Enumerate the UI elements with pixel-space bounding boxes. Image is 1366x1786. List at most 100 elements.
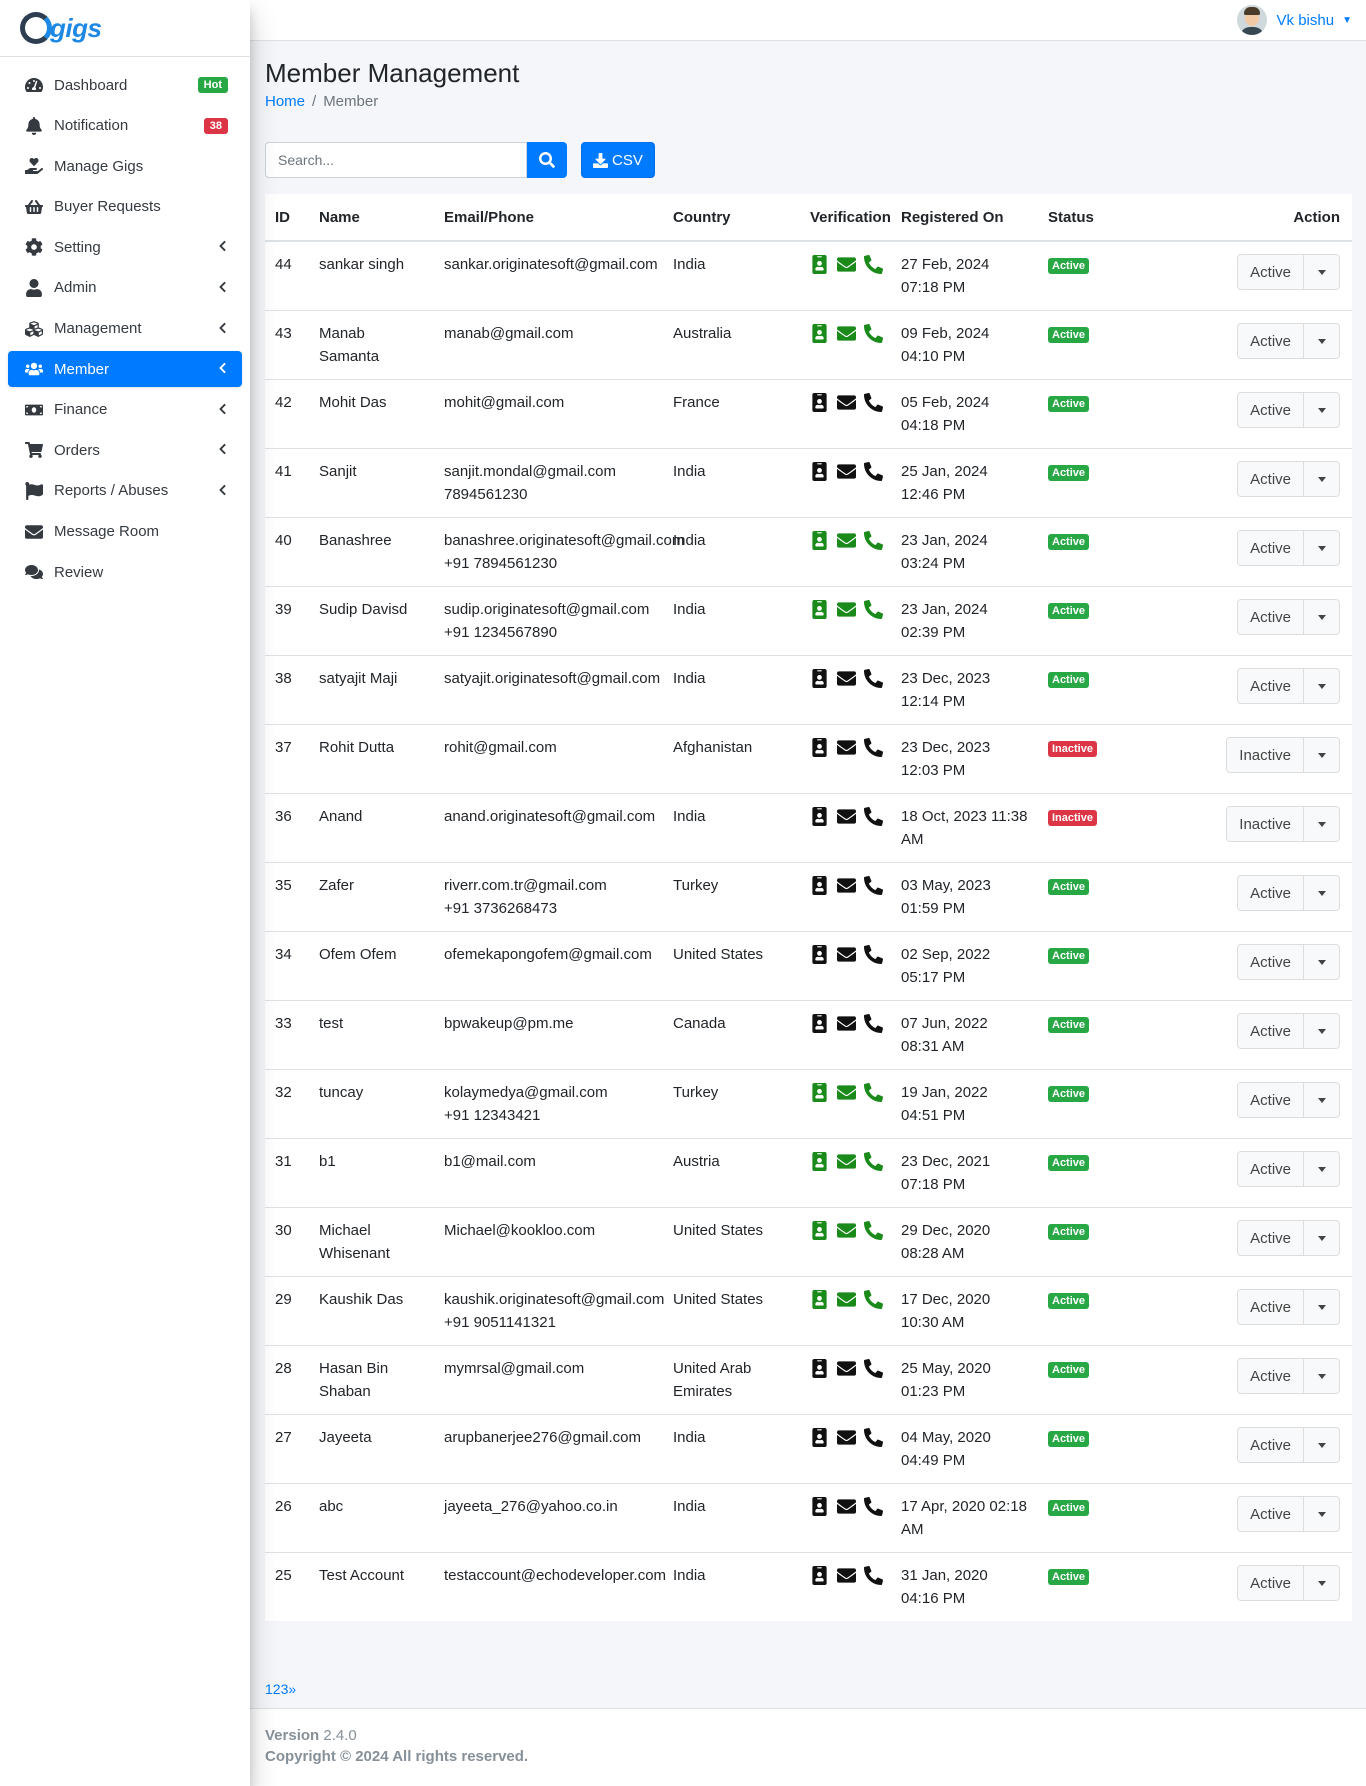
status-dropdown-toggle[interactable]: [1304, 1289, 1340, 1325]
sidebar-item-notification[interactable]: Notification 38: [8, 108, 242, 144]
chevron-left-icon: [216, 280, 228, 296]
csv-download-button[interactable]: CSV: [581, 142, 655, 178]
member-email: b1@mail.com: [444, 1153, 536, 1170]
status-action-button[interactable]: Active: [1237, 1427, 1304, 1463]
sidebar-item-setting[interactable]: Setting: [8, 229, 242, 265]
cell-country: India: [663, 655, 800, 725]
table-row: 33 test bpwakeup@pm.me Canada 07 Jun, 2022 0…: [265, 1000, 1352, 1070]
header-verification[interactable]: Verification: [800, 194, 891, 242]
status-dropdown-toggle[interactable]: [1304, 875, 1340, 911]
sidebar-item-review[interactable]: Review: [8, 554, 242, 590]
cell-email-phone: b1@mail.com: [434, 1138, 663, 1208]
status-badge: Active: [1048, 672, 1090, 688]
status-dropdown-toggle[interactable]: [1304, 1427, 1340, 1463]
header-name[interactable]: Name: [309, 194, 434, 242]
page-title: Member Management: [265, 58, 520, 88]
header-registered-on[interactable]: Registered On: [891, 194, 1038, 242]
cell-email-phone: riverr.com.tr@gmail.com +91 3736268473: [434, 862, 663, 932]
sidebar-item-buyer-requests[interactable]: Buyer Requests: [8, 189, 242, 225]
envelope-icon: [837, 393, 856, 420]
sidebar-item-finance[interactable]: Finance: [8, 392, 242, 428]
status-action-group: Active: [1237, 1496, 1340, 1532]
status-dropdown-toggle[interactable]: [1304, 1013, 1340, 1049]
cell-name: satyajit Maji: [309, 655, 434, 725]
tachometer-icon: [24, 75, 44, 95]
status-dropdown-toggle[interactable]: [1304, 461, 1340, 497]
sidebar-item-label: Dashboard: [54, 76, 128, 94]
sidebar-item-orders[interactable]: Orders: [8, 432, 242, 468]
status-action-button[interactable]: Active: [1237, 875, 1304, 911]
cell-status: Active: [1038, 586, 1119, 656]
status-action-button[interactable]: Active: [1237, 1358, 1304, 1394]
status-dropdown-toggle[interactable]: [1304, 1358, 1340, 1394]
status-action-button[interactable]: Active: [1237, 668, 1304, 704]
brand[interactable]: gigs: [0, 0, 250, 57]
brand-logo[interactable]: gigs: [20, 12, 102, 44]
header-status[interactable]: Status: [1038, 194, 1119, 242]
status-action-button[interactable]: Active: [1237, 1151, 1304, 1187]
user-menu[interactable]: Vk bishu ▼: [1236, 5, 1352, 35]
member-email: sanjit.mondal@gmail.com: [444, 463, 616, 480]
status-dropdown-toggle[interactable]: [1304, 392, 1340, 428]
status-action-button[interactable]: Active: [1237, 1289, 1304, 1325]
envelope-icon: [837, 255, 856, 282]
status-action-button[interactable]: Active: [1237, 1082, 1304, 1118]
status-action-button[interactable]: Active: [1237, 599, 1304, 635]
cell-country: India: [663, 1552, 800, 1621]
status-action-button[interactable]: Inactive: [1226, 737, 1304, 773]
status-dropdown-toggle[interactable]: [1304, 1565, 1340, 1601]
header-email-phone[interactable]: Email/Phone: [434, 194, 663, 242]
breadcrumb-separator: /: [312, 93, 317, 110]
status-action-button[interactable]: Active: [1237, 944, 1304, 980]
status-dropdown-toggle[interactable]: [1304, 323, 1340, 359]
status-badge: Active: [1048, 1224, 1090, 1240]
status-dropdown-toggle[interactable]: [1304, 1496, 1340, 1532]
id-badge-icon: [810, 1014, 829, 1041]
chevron-left-icon: [216, 402, 228, 418]
status-action-button[interactable]: Active: [1237, 461, 1304, 497]
search-input[interactable]: [265, 142, 527, 178]
status-action-button[interactable]: Active: [1237, 530, 1304, 566]
sidebar-item-message-room[interactable]: Message Room: [8, 514, 242, 550]
search-button[interactable]: [527, 142, 567, 178]
status-dropdown-toggle[interactable]: [1304, 599, 1340, 635]
cell-email-phone: ofemekapongofem@gmail.com: [434, 931, 663, 1001]
status-action-button[interactable]: Active: [1237, 1496, 1304, 1532]
avatar: [1236, 5, 1267, 35]
status-dropdown-toggle[interactable]: [1304, 1082, 1340, 1118]
toolbar: CSV: [265, 142, 1352, 178]
phone-icon: [864, 1566, 883, 1593]
cell-id: 41: [265, 448, 309, 518]
cell-country: India: [663, 517, 800, 587]
status-dropdown-toggle[interactable]: [1304, 254, 1340, 290]
status-action-button[interactable]: Active: [1237, 1013, 1304, 1049]
verification-icons: [810, 530, 883, 558]
verification-icons: [810, 1220, 883, 1248]
sidebar-item-admin[interactable]: Admin: [8, 270, 242, 306]
status-action-button[interactable]: Active: [1237, 392, 1304, 428]
status-action-button[interactable]: Inactive: [1226, 806, 1304, 842]
status-dropdown-toggle[interactable]: [1304, 530, 1340, 566]
status-dropdown-toggle[interactable]: [1304, 944, 1340, 980]
sidebar-item-management[interactable]: Management: [8, 311, 242, 347]
status-dropdown-toggle[interactable]: [1304, 1220, 1340, 1256]
sidebar-item-member[interactable]: Member: [8, 351, 242, 388]
sidebar-item-reports-abuses[interactable]: Reports / Abuses: [8, 473, 242, 509]
status-action-button[interactable]: Active: [1237, 1565, 1304, 1601]
status-action-button[interactable]: Active: [1237, 254, 1304, 290]
status-dropdown-toggle[interactable]: [1304, 737, 1340, 773]
status-dropdown-toggle[interactable]: [1304, 1151, 1340, 1187]
status-action-button[interactable]: Active: [1237, 1220, 1304, 1256]
sidebar-item-dashboard[interactable]: Dashboard Hot: [8, 67, 242, 103]
status-action-group: Active: [1237, 668, 1340, 704]
cell-id: 27: [265, 1414, 309, 1484]
header-id[interactable]: ID: [265, 194, 309, 242]
status-action-button[interactable]: Active: [1237, 323, 1304, 359]
status-dropdown-toggle[interactable]: [1304, 668, 1340, 704]
status-dropdown-toggle[interactable]: [1304, 806, 1340, 842]
pagination-links[interactable]: 123»: [265, 1681, 296, 1697]
cell-registered-on: 23 Dec, 2021 07:18 PM: [891, 1138, 1038, 1208]
sidebar-item-manage-gigs[interactable]: Manage Gigs: [8, 148, 242, 184]
header-country[interactable]: Country: [663, 194, 800, 242]
breadcrumb-home-link[interactable]: Home: [265, 93, 305, 110]
